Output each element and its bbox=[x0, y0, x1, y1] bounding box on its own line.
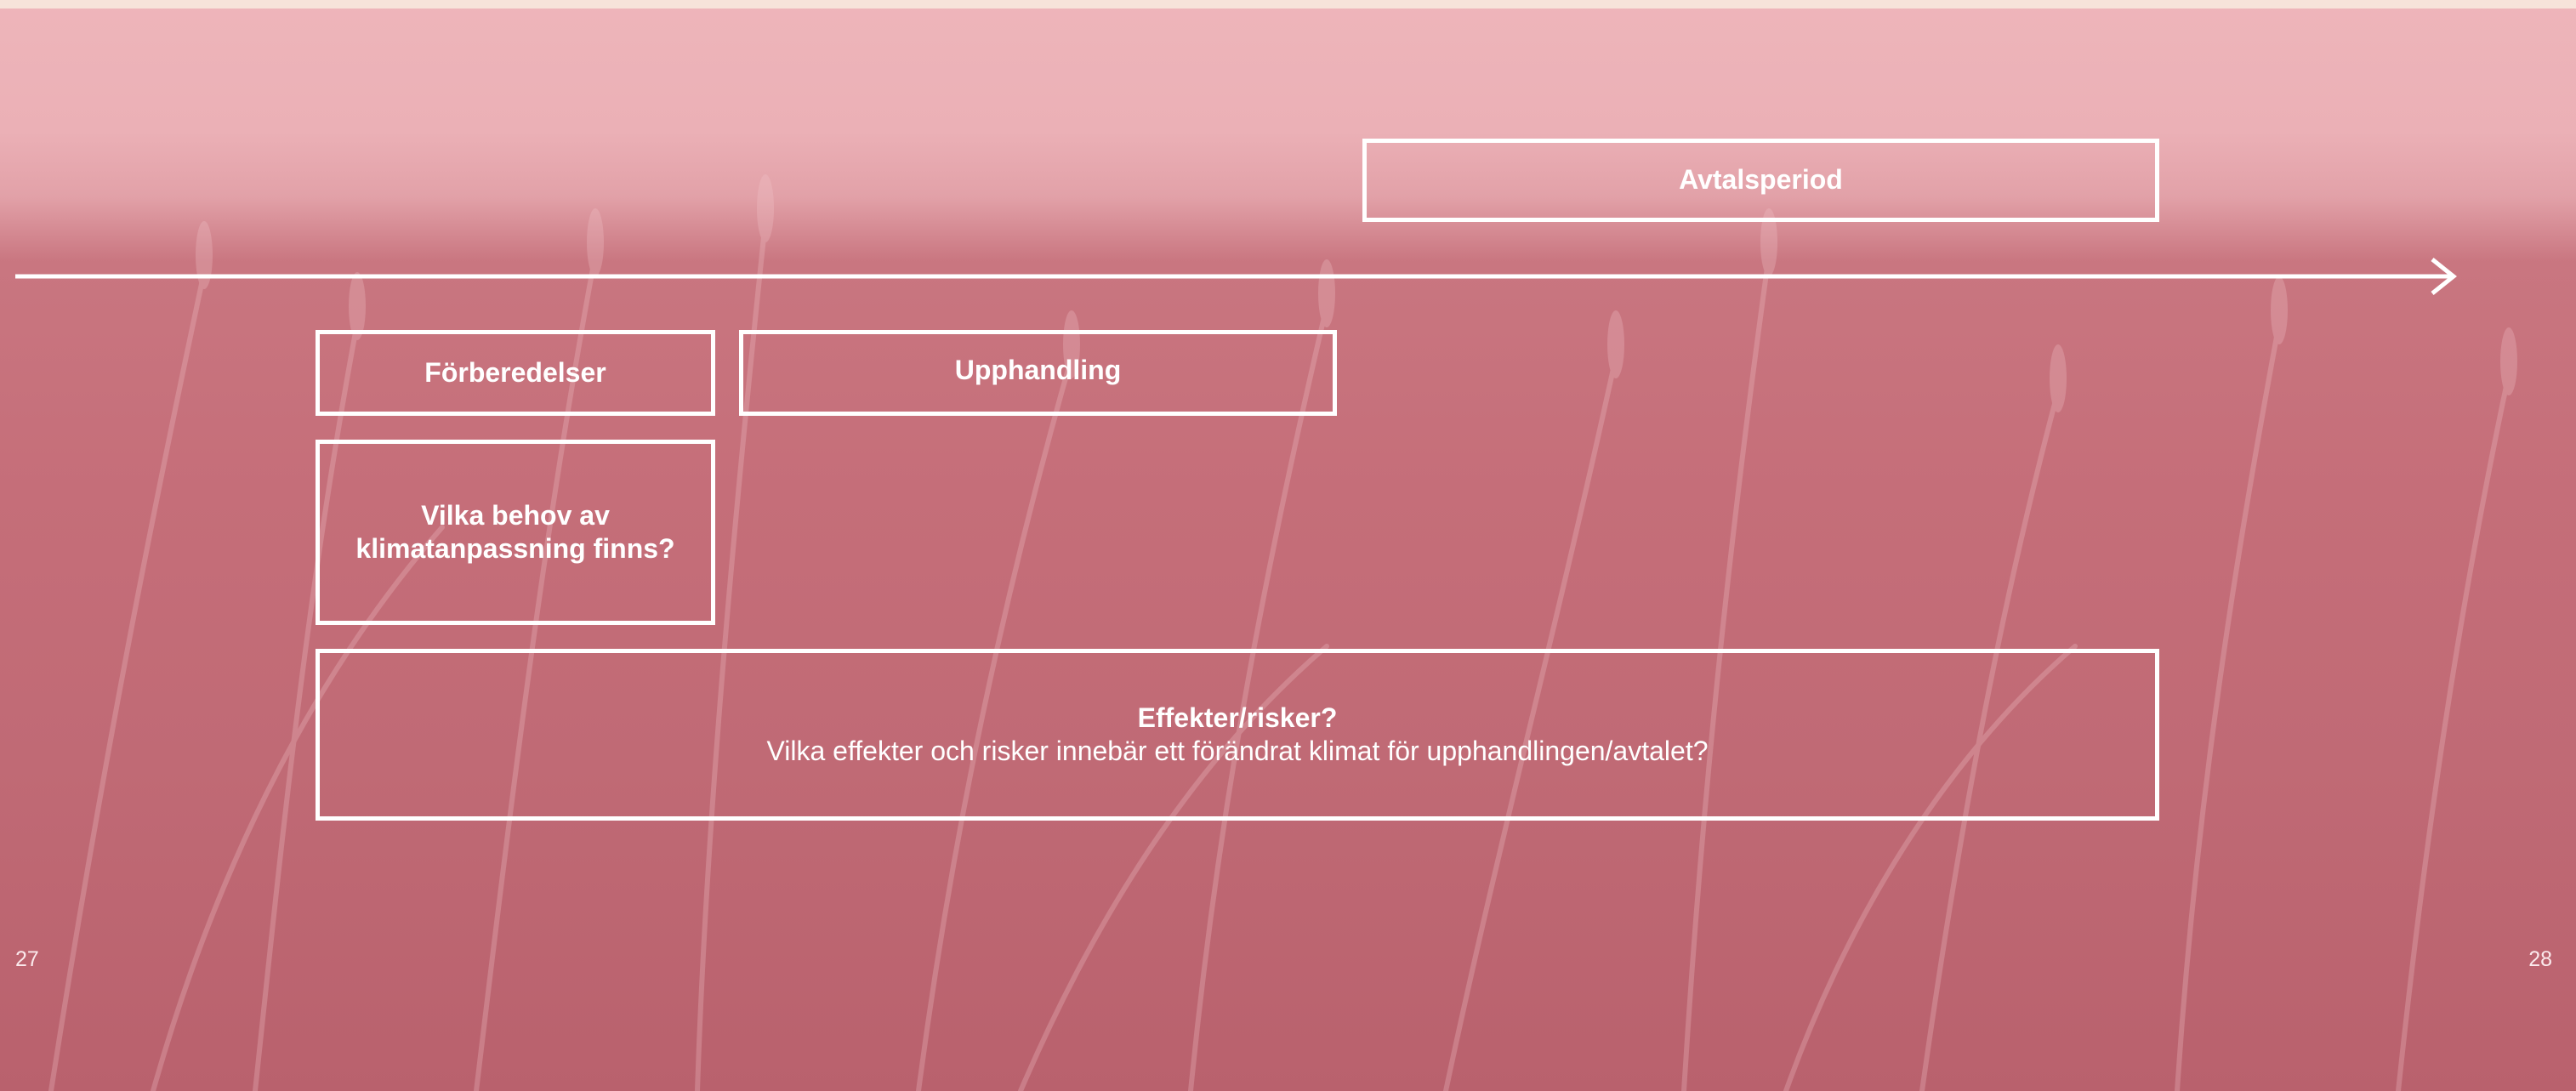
avtalsperiod-label: Avtalsperiod bbox=[1679, 164, 1843, 196]
behov-line1: Vilka behov av bbox=[421, 499, 610, 531]
avtalsperiod-box: Avtalsperiod bbox=[1362, 139, 2159, 222]
upphandling-label: Upphandling bbox=[954, 354, 1122, 385]
page-number-right: 28 bbox=[2528, 947, 2552, 971]
spread: Avtalsperiod Förberedelser Upphandling V… bbox=[0, 0, 2576, 1091]
upphandling-box: Upphandling bbox=[739, 330, 1337, 416]
forberedelser-box: Förberedelser bbox=[316, 330, 715, 416]
effekter-box: Effekter/risker? Vilka effekter och risk… bbox=[316, 649, 2159, 821]
behov-line2: klimatanpassning finns? bbox=[355, 533, 675, 564]
behov-box: Vilka behov av klimatanpassning finns? bbox=[316, 440, 715, 625]
effekter-title: Effekter/risker? bbox=[1137, 702, 1338, 733]
page-number-left: 27 bbox=[15, 947, 39, 971]
forberedelser-label: Förberedelser bbox=[424, 356, 606, 388]
effekter-text: Vilka effekter och risker innebär ett fö… bbox=[766, 736, 1709, 766]
